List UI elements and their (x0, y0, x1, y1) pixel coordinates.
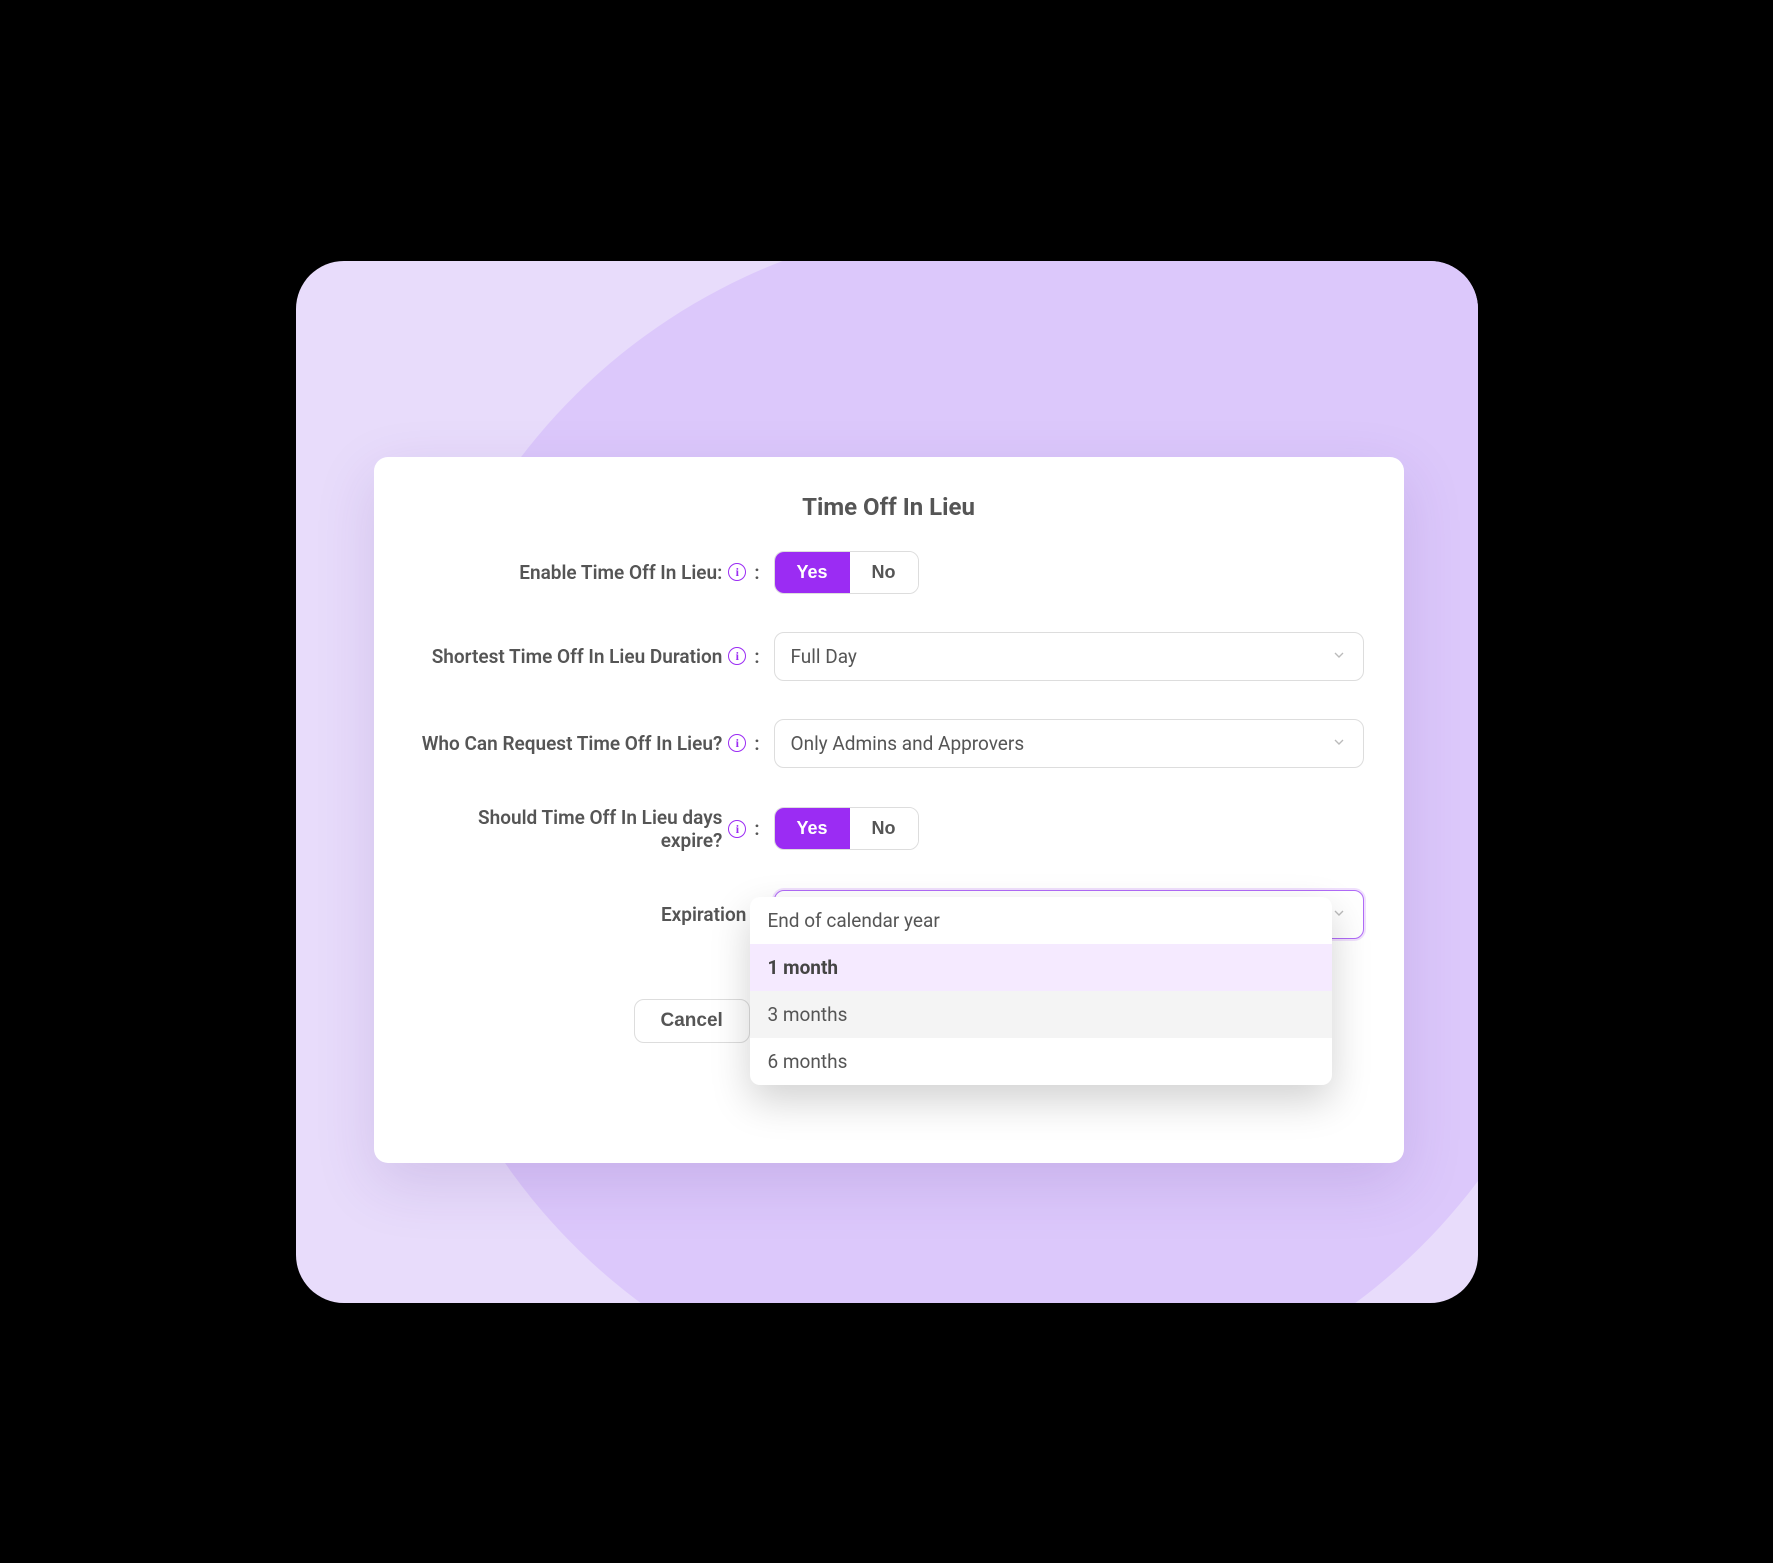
who-can-request-value: Only Admins and Approvers (791, 732, 1025, 755)
expiration-option[interactable]: End of calendar year (750, 897, 1332, 944)
label-expiration-text: Expiration (661, 903, 746, 926)
colon: : (754, 645, 759, 668)
background-stage: Time Off In Lieu Enable Time Off In Lieu… (296, 261, 1478, 1303)
info-icon[interactable]: i (728, 647, 746, 665)
colon: : (754, 732, 759, 755)
label-expire-toggle: Should Time Off In Lieu days expire? i : (414, 806, 774, 852)
control-enable: Yes No (774, 551, 1364, 594)
enable-toggle-group: Yes No (774, 551, 919, 594)
shortest-duration-value: Full Day (791, 645, 857, 668)
info-icon[interactable]: i (728, 563, 746, 581)
info-icon[interactable]: i (728, 734, 746, 752)
control-who-can-request: Only Admins and Approvers (774, 719, 1364, 768)
expire-no-button[interactable]: No (850, 808, 918, 849)
row-expire-toggle: Should Time Off In Lieu days expire? i :… (414, 806, 1364, 852)
expiration-dropdown: End of calendar year 1 month 3 months 6 … (750, 897, 1332, 1085)
label-enable: Enable Time Off In Lieu: i : (414, 561, 774, 584)
label-expiration: Expiration : (414, 903, 774, 926)
label-shortest-duration: Shortest Time Off In Lieu Duration i : (414, 645, 774, 668)
row-shortest-duration: Shortest Time Off In Lieu Duration i : F… (414, 632, 1364, 681)
settings-card: Time Off In Lieu Enable Time Off In Lieu… (374, 457, 1404, 1163)
enable-no-button[interactable]: No (850, 552, 918, 593)
row-who-can-request: Who Can Request Time Off In Lieu? i : On… (414, 719, 1364, 768)
shortest-duration-select[interactable]: Full Day (774, 632, 1364, 681)
label-enable-text: Enable Time Off In Lieu: (519, 561, 722, 584)
label-shortest-text: Shortest Time Off In Lieu Duration (432, 645, 723, 668)
who-can-request-select[interactable]: Only Admins and Approvers (774, 719, 1364, 768)
chevron-down-icon (1331, 732, 1347, 755)
label-who-can-request: Who Can Request Time Off In Lieu? i : (414, 732, 774, 755)
colon: : (754, 817, 759, 840)
expiration-option[interactable]: 6 months (750, 1038, 1332, 1085)
card-title: Time Off In Lieu (414, 493, 1364, 521)
cancel-button[interactable]: Cancel (634, 999, 750, 1043)
colon: : (754, 561, 759, 584)
expiration-option[interactable]: 3 months (750, 991, 1332, 1038)
expire-yes-button[interactable]: Yes (775, 808, 850, 849)
control-expire-toggle: Yes No (774, 807, 1364, 850)
row-enable: Enable Time Off In Lieu: i : Yes No (414, 551, 1364, 594)
control-shortest-duration: Full Day (774, 632, 1364, 681)
expire-toggle-group: Yes No (774, 807, 919, 850)
expiration-option[interactable]: 1 month (750, 944, 1332, 991)
enable-yes-button[interactable]: Yes (775, 552, 850, 593)
chevron-down-icon (1331, 645, 1347, 668)
chevron-down-icon (1331, 903, 1347, 926)
label-expire-text: Should Time Off In Lieu days expire? (414, 806, 723, 852)
label-who-text: Who Can Request Time Off In Lieu? (422, 732, 723, 755)
info-icon[interactable]: i (728, 820, 746, 838)
